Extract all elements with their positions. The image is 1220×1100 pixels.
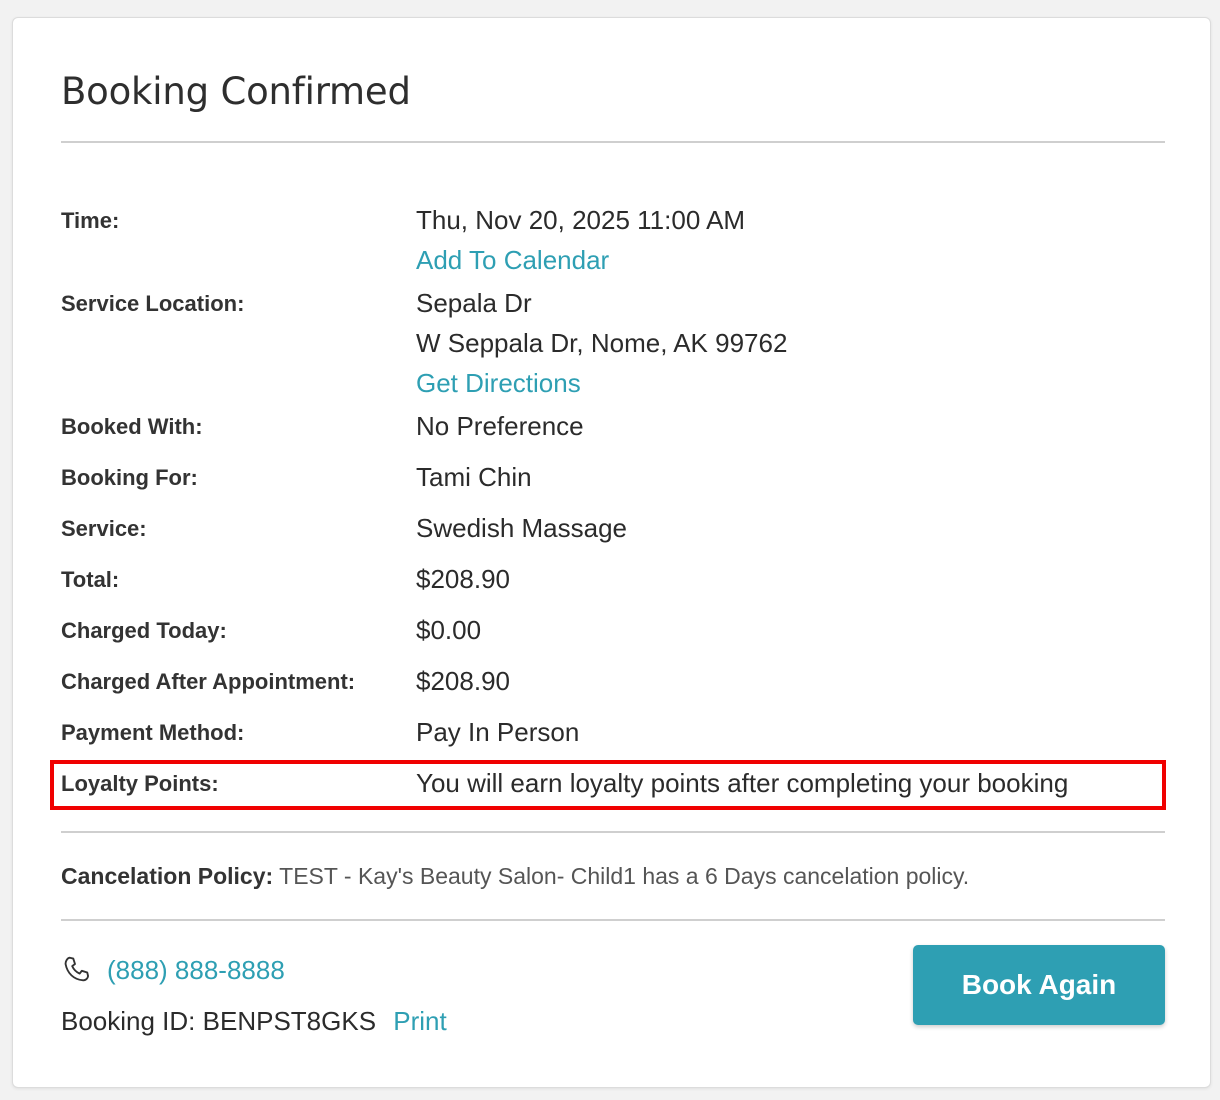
booked-with-value: No Preference [416,411,584,441]
booking-details: Time: Thu, Nov 20, 2025 11:00 AM Add To … [61,200,1165,814]
service-value: Swedish Massage [416,513,627,543]
add-to-calendar-link[interactable]: Add To Calendar [416,240,745,280]
charged-after-row: Charged After Appointment: $208.90 [61,661,1165,712]
service-label: Service: [61,516,147,541]
cancelation-policy: Cancelation Policy: TEST - Kay's Beauty … [61,863,969,890]
payment-method-row: Payment Method: Pay In Person [61,712,1165,763]
payment-method-label: Payment Method: [61,720,245,745]
title-divider [61,141,1165,143]
booked-with-row: Booked With: No Preference [61,406,1165,457]
loyalty-highlight-box [50,760,1166,810]
service-location-value-group: Sepala Dr W Seppala Dr, Nome, AK 99762 G… [416,283,787,406]
time-value-group: Thu, Nov 20, 2025 11:00 AM Add To Calend… [416,200,745,283]
print-link[interactable]: Print [393,1006,446,1036]
service-row: Service: Swedish Massage [61,508,1165,559]
payment-method-value: Pay In Person [416,717,580,747]
charged-today-label: Charged Today: [61,618,227,643]
booking-for-row: Booking For: Tami Chin [61,457,1165,508]
booking-for-label: Booking For: [61,465,198,490]
get-directions-link[interactable]: Get Directions [416,363,787,403]
booked-with-label: Booked With: [61,414,203,439]
policy-divider-top [61,831,1165,833]
booking-id-label: Booking ID: [61,1006,196,1036]
cancelation-policy-label: Cancelation Policy: [61,863,274,889]
booking-id-value: BENPST8GKS [202,1006,377,1036]
time-row: Time: Thu, Nov 20, 2025 11:00 AM Add To … [61,200,1165,283]
charged-after-label: Charged After Appointment: [61,669,356,694]
time-label: Time: [61,208,120,233]
time-value: Thu, Nov 20, 2025 11:00 AM [416,205,746,235]
charged-today-row: Charged Today: $0.00 [61,610,1165,661]
service-location-row: Service Location: Sepala Dr W Seppala Dr… [61,283,1165,406]
booking-confirmation-card: Booking Confirmed Time: Thu, Nov 20, 202… [12,17,1211,1088]
book-again-button[interactable]: Book Again [913,945,1165,1025]
total-label: Total: [61,567,120,592]
phone-row: (888) 888-8888 [61,954,285,986]
phone-number-link[interactable]: (888) 888-8888 [107,955,285,986]
cancelation-policy-text: TEST - Kay's Beauty Salon- Child1 has a … [279,863,970,889]
booking-id-row: Booking ID: BENPST8GKS Print [61,1006,447,1037]
booking-for-value: Tami Chin [416,462,532,492]
page-title: Booking Confirmed [61,70,411,113]
charged-after-value: $208.90 [416,666,510,696]
service-location-label: Service Location: [61,291,245,316]
total-value: $208.90 [416,564,510,594]
charged-today-value: $0.00 [416,615,482,645]
total-row: Total: $208.90 [61,559,1165,610]
location-address: W Seppala Dr, Nome, AK 99762 [416,328,788,358]
location-name: Sepala Dr [416,288,532,318]
phone-icon [61,954,93,986]
policy-divider-bottom [61,919,1165,921]
